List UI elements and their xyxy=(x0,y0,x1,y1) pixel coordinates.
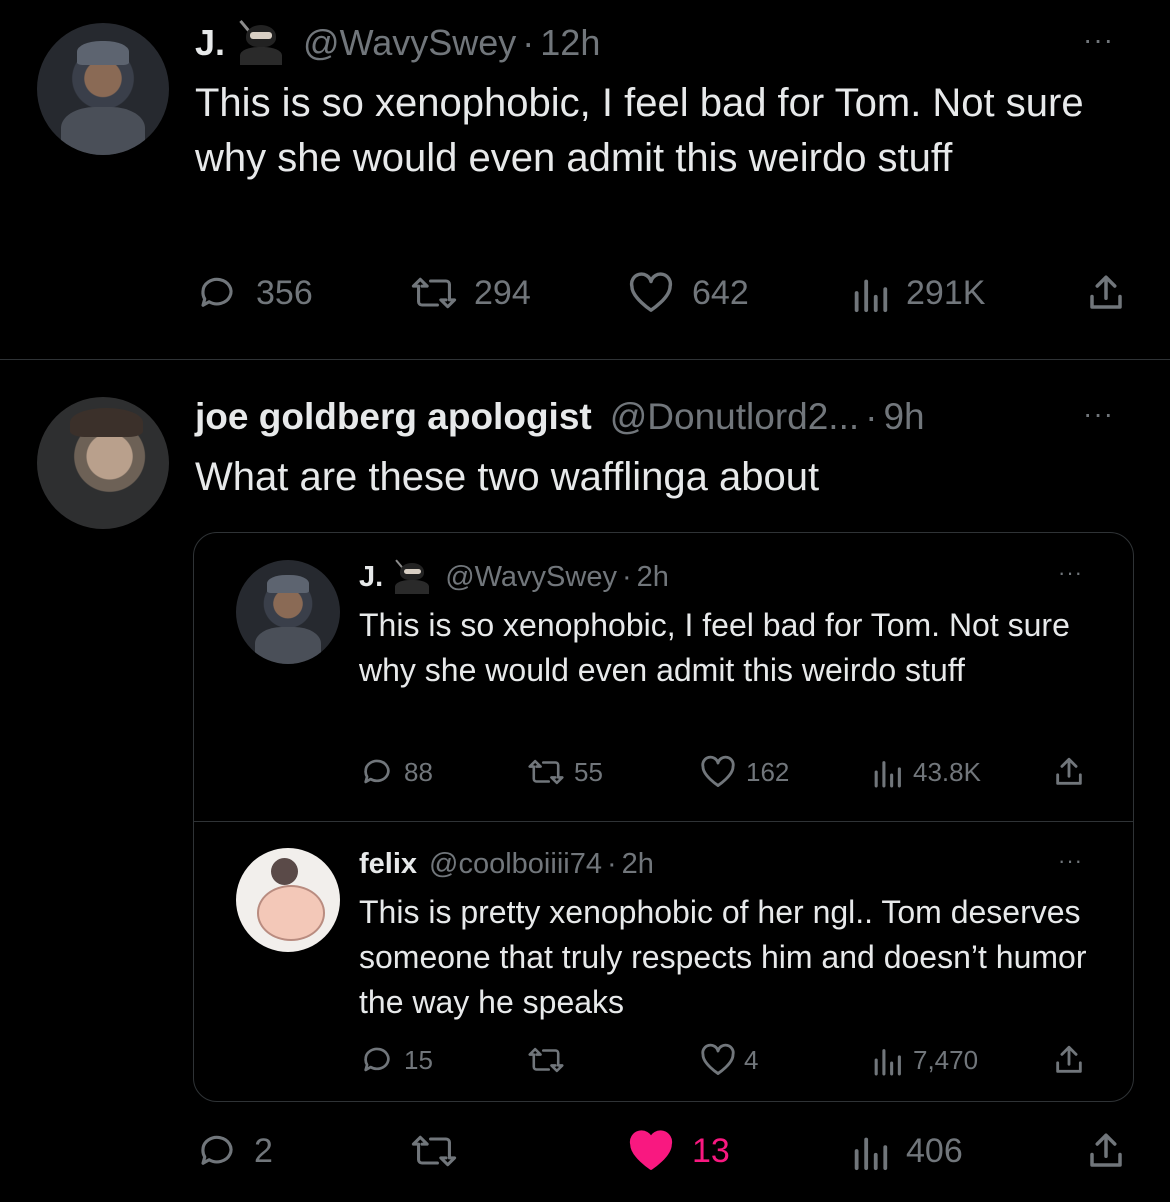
share-button[interactable] xyxy=(1052,755,1086,789)
display-name[interactable]: joe goldberg apologist xyxy=(195,396,592,438)
timestamp[interactable]: 12h xyxy=(540,22,600,64)
tweet-header: J. @WavySwey · 12h xyxy=(195,20,600,66)
timestamp[interactable]: 2h xyxy=(637,561,669,594)
retweet-button[interactable] xyxy=(410,1130,474,1172)
like-button[interactable]: 642 xyxy=(628,272,749,314)
share-button[interactable] xyxy=(1052,1043,1086,1077)
retweet-icon xyxy=(528,759,564,785)
heart-icon xyxy=(701,1043,735,1075)
like-button[interactable]: 13 xyxy=(628,1130,730,1172)
handle[interactable]: @WavySwey xyxy=(303,22,516,64)
tweet-text: What are these two wafflinga about xyxy=(195,455,820,499)
reply-count: 356 xyxy=(256,273,313,312)
retweet-count: 55 xyxy=(574,756,603,787)
share-icon xyxy=(1056,1045,1082,1073)
heart-icon xyxy=(629,272,673,312)
share-icon xyxy=(1090,1133,1122,1167)
handle[interactable]: @WavySwey xyxy=(445,561,617,594)
reply-icon xyxy=(201,1135,233,1165)
separator: · xyxy=(865,396,878,437)
display-name[interactable]: J. xyxy=(359,561,383,594)
more-options-icon[interactable]: ··· xyxy=(1083,398,1114,430)
retweet-count: 294 xyxy=(474,273,531,312)
separator: · xyxy=(621,560,632,593)
tweet-divider xyxy=(0,359,1170,360)
more-options-icon[interactable]: ··· xyxy=(1058,560,1083,586)
timestamp[interactable]: 2h xyxy=(622,848,654,881)
ninja-emoji-icon xyxy=(393,559,431,594)
heart-icon xyxy=(701,755,735,787)
like-count: 642 xyxy=(692,273,749,312)
tweet-header: felix @coolboiiii74 · 2h xyxy=(359,845,654,883)
display-name[interactable]: felix xyxy=(359,848,417,881)
retweet-icon xyxy=(411,277,457,309)
reply-button[interactable]: 356 xyxy=(196,272,313,314)
action-bar: 88 55 162 43.8K xyxy=(0,755,1170,791)
reply-button[interactable]: 2 xyxy=(196,1130,273,1172)
view-count: 406 xyxy=(906,1131,963,1170)
display-name[interactable]: J. xyxy=(195,22,225,64)
share-icon xyxy=(1090,275,1122,309)
reply-count: 2 xyxy=(254,1131,273,1170)
action-bar: 356 294 642 291K xyxy=(0,272,1170,318)
views-button[interactable]: 43.8K xyxy=(871,755,981,789)
avatar[interactable] xyxy=(236,848,340,952)
reply-icon xyxy=(364,1047,390,1072)
share-button[interactable] xyxy=(1085,1130,1127,1172)
more-options-icon[interactable]: ··· xyxy=(1083,24,1114,56)
views-button[interactable]: 7,470 xyxy=(871,1043,978,1077)
view-count: 291K xyxy=(906,273,986,312)
tweet-text: This is so xenophobic, I feel bad for To… xyxy=(195,81,1084,180)
share-button[interactable] xyxy=(1085,272,1127,314)
action-bar: 2 13 406 xyxy=(0,1130,1170,1176)
views-button[interactable]: 406 xyxy=(850,1130,963,1172)
separator: · xyxy=(522,22,535,63)
quoted-divider xyxy=(193,821,1134,822)
like-count: 13 xyxy=(692,1131,730,1170)
views-icon xyxy=(854,279,888,313)
handle[interactable]: @coolboiiii74 xyxy=(429,848,602,881)
more-options-icon[interactable]: ··· xyxy=(1058,848,1083,874)
like-count: 4 xyxy=(744,1044,759,1075)
timestamp[interactable]: 9h xyxy=(883,396,924,438)
handle[interactable]: @Donutlord2... xyxy=(610,396,859,438)
views-icon xyxy=(874,761,901,788)
view-count: 7,470 xyxy=(913,1044,979,1075)
reply-button[interactable]: 88 xyxy=(360,755,433,789)
tweet-text: This is so xenophobic, I feel bad for To… xyxy=(359,607,1070,688)
action-bar: 15 4 7,470 xyxy=(0,1043,1170,1079)
views-button[interactable]: 291K xyxy=(850,272,985,314)
avatar[interactable] xyxy=(37,397,169,529)
tweet-text: This is pretty xenophobic of her ngl.. T… xyxy=(359,894,1087,1020)
retweet-button[interactable]: 55 xyxy=(527,755,603,789)
retweet-icon xyxy=(411,1135,457,1167)
avatar[interactable] xyxy=(37,23,169,155)
like-count: 162 xyxy=(746,756,790,787)
views-icon xyxy=(874,1049,901,1076)
like-button[interactable]: 162 xyxy=(700,755,789,789)
tweet-header: joe goldberg apologist @Donutlord2... · … xyxy=(195,393,925,441)
retweet-button[interactable]: 294 xyxy=(410,272,531,314)
heart-icon xyxy=(629,1130,673,1170)
reply-icon xyxy=(201,277,233,307)
views-icon xyxy=(854,1137,888,1171)
retweet-icon xyxy=(528,1047,564,1073)
separator: · xyxy=(606,847,617,880)
reply-button[interactable]: 15 xyxy=(360,1043,433,1077)
avatar[interactable] xyxy=(236,560,340,664)
retweet-button[interactable] xyxy=(527,1043,574,1077)
share-icon xyxy=(1056,757,1082,785)
reply-count: 15 xyxy=(404,1044,433,1075)
view-count: 43.8K xyxy=(913,756,981,787)
like-button[interactable]: 4 xyxy=(700,1043,758,1077)
reply-count: 88 xyxy=(404,756,433,787)
ninja-emoji-icon xyxy=(237,20,285,65)
tweet-header: J. @WavySwey · 2h xyxy=(359,558,669,596)
reply-icon xyxy=(364,759,390,784)
